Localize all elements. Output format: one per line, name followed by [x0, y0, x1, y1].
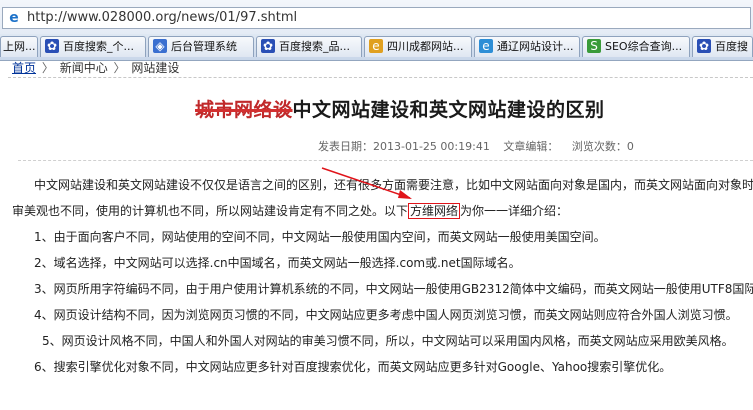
point-1: 1、由于面向客户不同，网站使用的空间不同，中文网站一般使用国内空间，而英文网站一…	[34, 230, 606, 244]
baidu-paw-icon: ✿	[261, 39, 275, 53]
breadcrumb-separator: 〉	[41, 61, 54, 75]
tab-5[interactable]: e 通辽网站设计...	[474, 36, 580, 57]
tab-label: 四川成都网站...	[387, 40, 464, 53]
title-text: 中文网站建设和英文网站建设的区别	[292, 99, 605, 121]
ie-icon: e	[9, 10, 19, 26]
point-6: 6、搜索引擎优化对象不同，中文网站应更多针对百度搜索优化，而英文网站应更多针对G…	[34, 360, 672, 374]
ie-page-icon: e	[479, 39, 493, 53]
breadcrumb-home-link[interactable]: 首页	[12, 61, 36, 75]
tab-bar: 上网... ✿ 百度搜索_个... ◈ 后台管理系统 ✿ 百度搜索_品... e…	[0, 34, 753, 61]
tab-6[interactable]: S SEO综合查询...	[582, 36, 690, 57]
tab-label: 上网...	[3, 40, 36, 53]
baidu-paw-icon: ✿	[45, 39, 59, 53]
intro-line-2: 审美观也不同，使用的计算机也不同，所以网站建设肯定有不同之处。以下 方维网络 为你一…	[12, 198, 753, 224]
publish-date: 发表日期：2013-01-25 00:19:41	[318, 140, 490, 153]
tab-0[interactable]: 上网...	[0, 36, 38, 57]
struck-title-text: 城市网络谈	[195, 99, 293, 121]
article-meta: 发表日期：2013-01-25 00:19:41 文章编辑： 浏览次数：0	[318, 138, 644, 154]
point-3: 3、网页所用字符编码不同，由于用户使用计算机系统的不同，中文网站一般使用GB23…	[34, 282, 753, 296]
ie-page-icon: e	[369, 39, 383, 53]
intro-line-1: 中文网站建设和英文网站建设不仅仅是语言之间的区别，还有很多方面需要注意，比如中文…	[34, 178, 753, 192]
tab-label: 百度搜索_个...	[63, 40, 134, 53]
intro-text-end: 为你一一详细介绍：	[460, 204, 569, 218]
tab-2[interactable]: ◈ 后台管理系统	[148, 36, 254, 57]
breadcrumb-section-link[interactable]: 网站建设	[131, 61, 179, 75]
point-2: 2、域名选择，中文网站可以选择.cn中国域名，而英文网站一般选择.com或.ne…	[34, 256, 521, 270]
url-field[interactable]: e http://www.028000.org/news/01/97.shtml	[2, 7, 751, 29]
point-5: 5、网页设计风格不同，中国人和外国人对网站的审美习惯不同，所以，中文网站可以采用…	[42, 334, 734, 348]
highlighted-brand: 方维网络	[408, 203, 461, 219]
intro-text: 审美观也不同，使用的计算机也不同，所以网站建设肯定有不同之处。以下	[12, 204, 409, 218]
point-4: 4、网页设计结构不同，因为浏览网页习惯的不同，中文网站应更多考虑中国人网页浏览习…	[34, 308, 738, 322]
breadcrumb: 首页 〉 新闻中心 〉 网站建设	[12, 60, 179, 76]
seo-icon: S	[587, 39, 601, 53]
breadcrumb-news-link[interactable]: 新闻中心	[60, 61, 108, 75]
tab-label: 百度搜	[715, 40, 748, 53]
tab-label: 百度搜索_品...	[279, 40, 350, 53]
address-bar: e http://www.028000.org/news/01/97.shtml	[0, 0, 753, 35]
tab-3[interactable]: ✿ 百度搜索_品...	[256, 36, 362, 57]
tab-7[interactable]: ✿ 百度搜	[692, 36, 753, 57]
article-body: 中文网站建设和英文网站建设不仅仅是语言之间的区别，还有很多方面需要注意，比如中文…	[12, 172, 753, 380]
url-text[interactable]: http://www.028000.org/news/01/97.shtml	[27, 10, 297, 26]
tab-label: 后台管理系统	[171, 40, 237, 53]
article-title: 城市网络谈中文网站建设和英文网站建设的区别	[195, 95, 605, 122]
breadcrumb-separator: 〉	[113, 61, 126, 75]
baidu-paw-icon: ✿	[697, 39, 711, 53]
breadcrumb-divider	[8, 77, 753, 78]
tab-1[interactable]: ✿ 百度搜索_个...	[40, 36, 146, 57]
tab-4[interactable]: e 四川成都网站...	[364, 36, 472, 57]
tab-label: SEO综合查询...	[605, 40, 683, 53]
view-count: 浏览次数：0	[571, 140, 634, 153]
meta-divider	[18, 160, 753, 161]
tab-label: 通辽网站设计...	[497, 40, 574, 53]
admin-icon: ◈	[153, 39, 167, 53]
article-editor: 文章编辑：	[503, 140, 559, 153]
